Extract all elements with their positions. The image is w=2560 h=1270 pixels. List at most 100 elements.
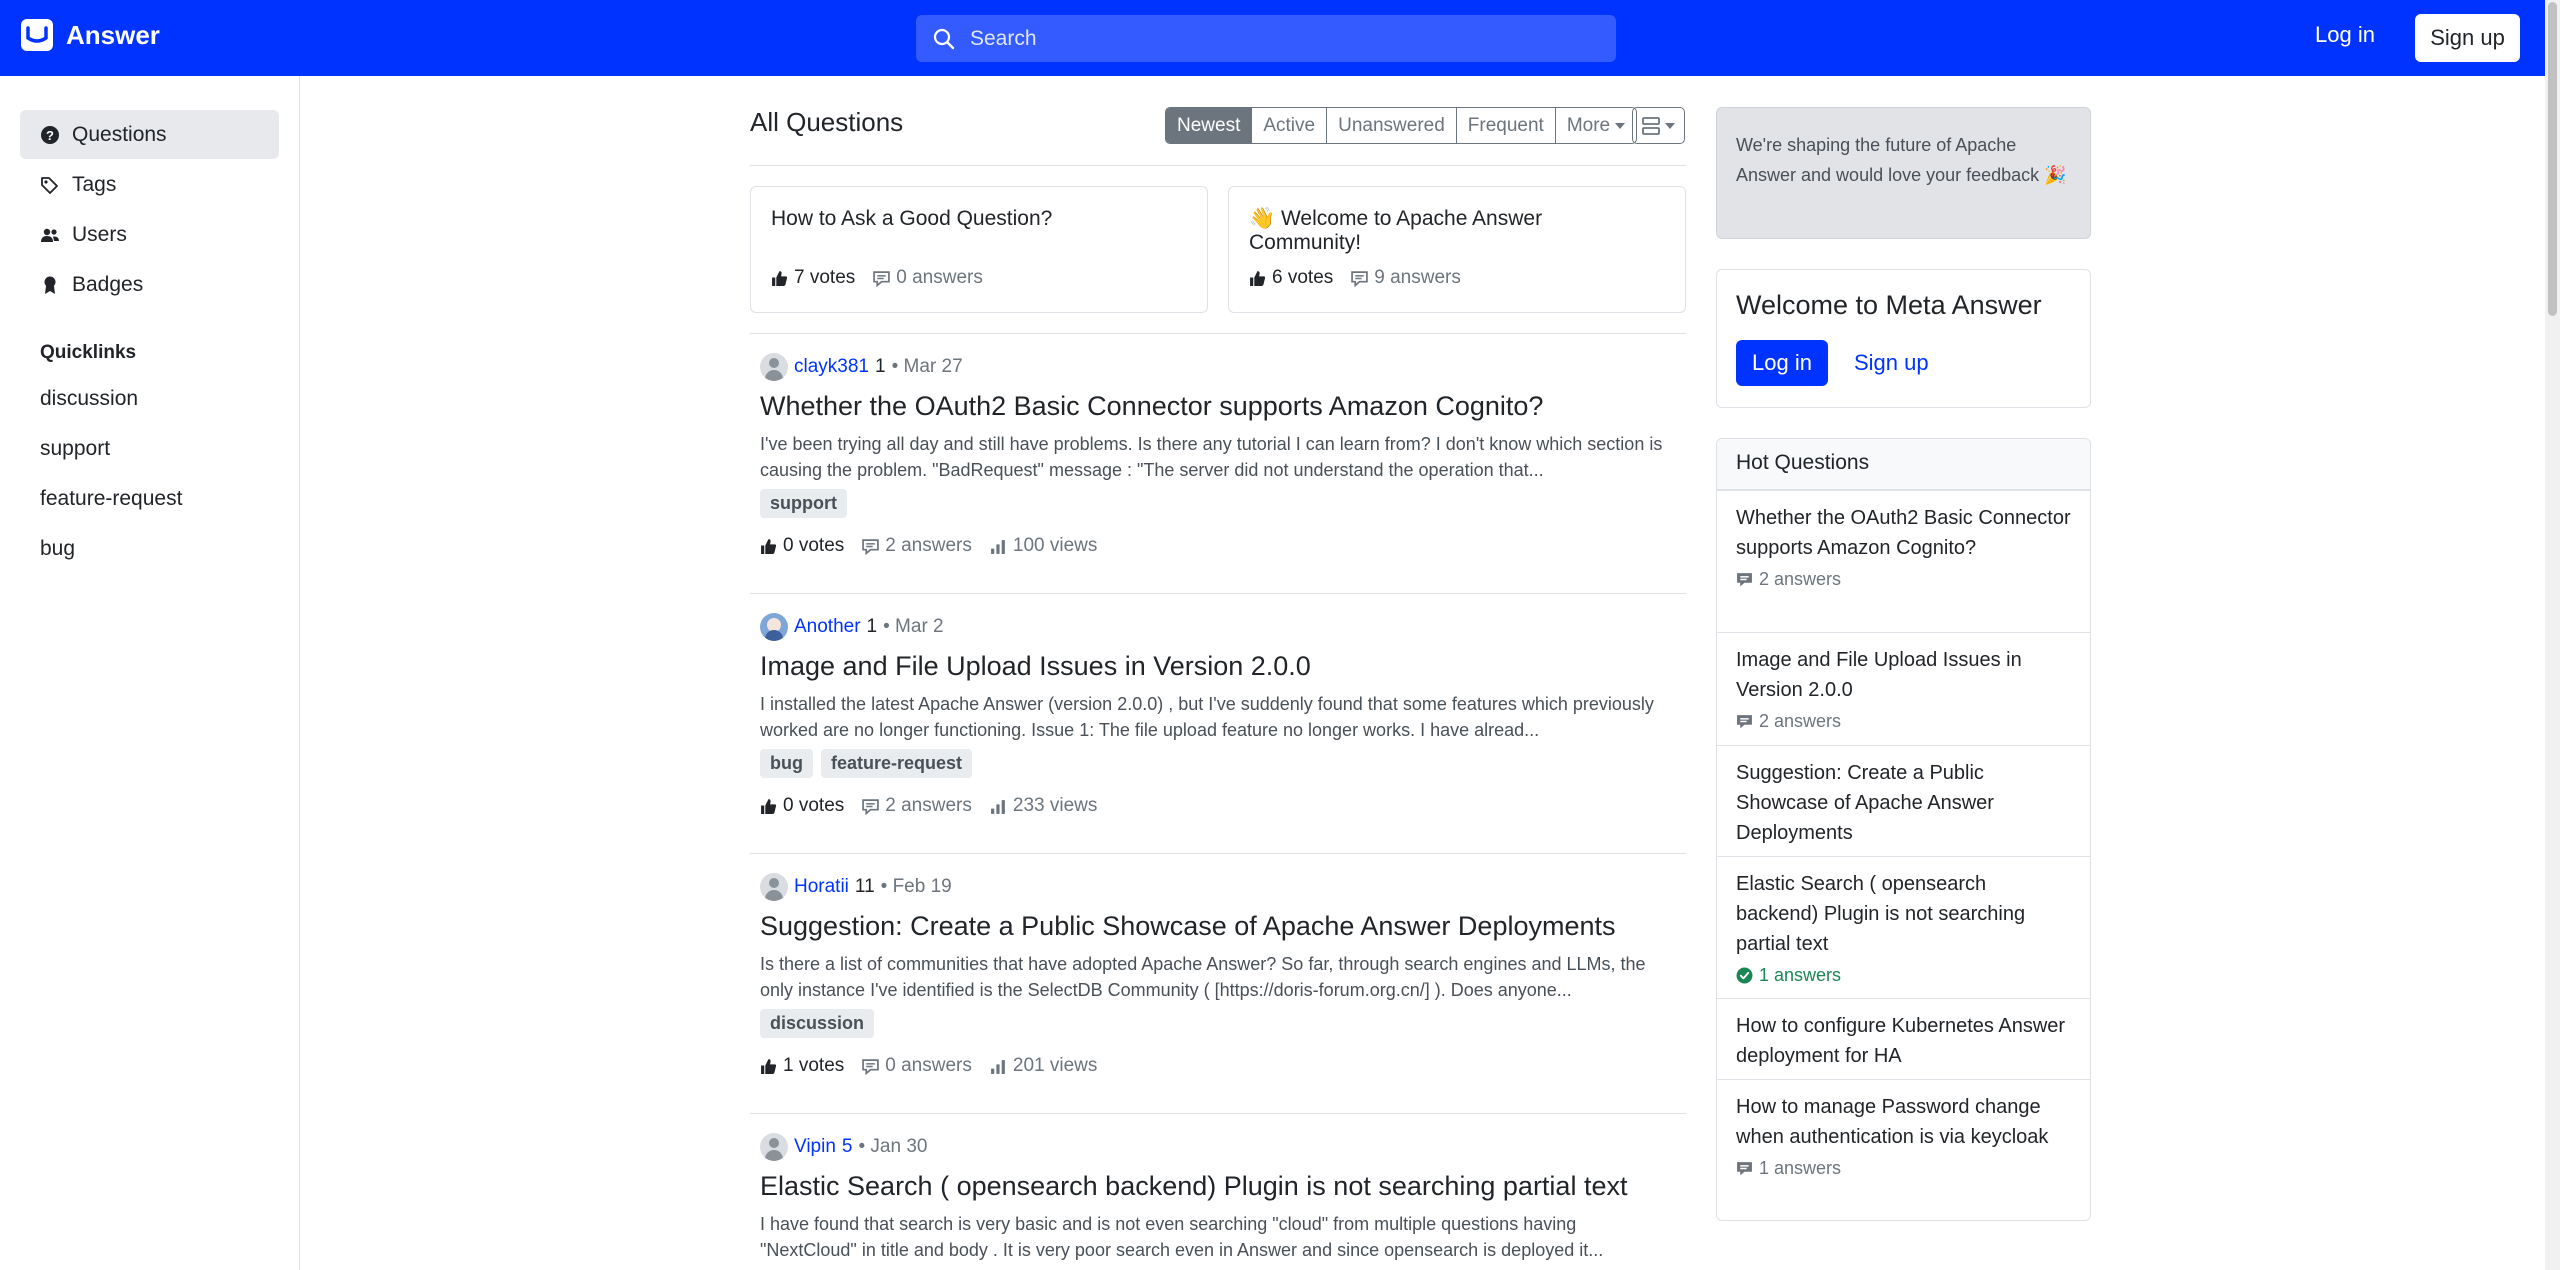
chat-square-icon bbox=[1351, 270, 1369, 287]
pinned-question-stats: 6 votes 9 answers bbox=[1249, 267, 1461, 289]
question-title[interactable]: Image and File Upload Issues in Version … bbox=[760, 651, 1311, 682]
quicklink-support[interactable]: support bbox=[40, 437, 110, 461]
sidebar-item-label: Users bbox=[72, 222, 127, 246]
sort-more-dropdown[interactable]: More bbox=[1556, 108, 1636, 143]
hot-question-answers: 2 answers bbox=[1736, 711, 2071, 732]
author-link[interactable]: Horatii bbox=[794, 876, 849, 898]
avatar[interactable] bbox=[760, 873, 788, 901]
sort-active[interactable]: Active bbox=[1252, 108, 1328, 143]
question-excerpt: I have found that search is very basic a… bbox=[760, 1214, 1604, 1260]
sidebar-item-tags[interactable]: Tags bbox=[20, 160, 279, 209]
vote-count: 6 votes bbox=[1249, 267, 1333, 289]
divider bbox=[750, 1113, 1686, 1114]
search-box[interactable] bbox=[916, 15, 1616, 62]
quicklink-discussion[interactable]: discussion bbox=[40, 387, 138, 411]
people-icon bbox=[41, 228, 59, 242]
pinned-question-card[interactable]: 👋 Welcome to Apache Answer Community! 6 … bbox=[1228, 186, 1686, 313]
pinned-question-card[interactable]: How to Ask a Good Question? 7 votes 0 an… bbox=[750, 186, 1208, 313]
question-excerpt: Is there a list of communities that have… bbox=[760, 954, 1646, 1000]
hot-question-item[interactable]: Suggestion: Create a Public Showcase of … bbox=[1717, 745, 2090, 860]
bar-chart-icon bbox=[990, 799, 1005, 814]
welcome-signup-link[interactable]: Sign up bbox=[1854, 350, 1929, 376]
search-input[interactable] bbox=[970, 15, 1590, 62]
welcome-login-button[interactable]: Log in bbox=[1736, 340, 1828, 386]
avatar[interactable] bbox=[760, 1133, 788, 1161]
sidebar-item-badges[interactable]: Badges bbox=[20, 260, 279, 309]
sidebar-item-label: Badges bbox=[72, 272, 144, 296]
hot-question-title[interactable]: Suggestion: Create a Public Showcase of … bbox=[1736, 758, 2071, 848]
view-count: 233 views bbox=[990, 795, 1097, 817]
sort-more-label: More bbox=[1566, 114, 1611, 136]
sort-newest[interactable]: Newest bbox=[1166, 108, 1253, 143]
hot-question-answers: 2 answers bbox=[1736, 569, 2071, 590]
reputation: 1 bbox=[866, 616, 878, 637]
award-icon bbox=[44, 276, 56, 294]
author-link[interactable]: Another bbox=[794, 616, 861, 638]
page-scrollbar[interactable] bbox=[2545, 0, 2560, 1270]
author-link[interactable]: Vipin bbox=[794, 1136, 836, 1158]
vote-count: 7 votes bbox=[771, 267, 855, 289]
sort-unanswered[interactable]: Unanswered bbox=[1327, 108, 1457, 143]
view-mode-dropdown[interactable] bbox=[1632, 107, 1685, 144]
hot-question-answers: 1 answers bbox=[1736, 965, 2071, 986]
sort-frequent[interactable]: Frequent bbox=[1457, 108, 1556, 143]
view-count: 100 views bbox=[990, 535, 1097, 557]
question-list-item: Another 1 • Mar 2 Image and File Upload … bbox=[760, 613, 1676, 853]
feedback-banner[interactable]: We're shaping the future of Apache Answe… bbox=[1716, 107, 2091, 239]
svg-text:?: ? bbox=[46, 128, 54, 143]
thumbs-up-icon bbox=[761, 798, 777, 814]
answer-logo-icon bbox=[21, 19, 53, 51]
brand-link[interactable]: Answer bbox=[20, 18, 160, 52]
top-navbar: Answer Log in Sign up bbox=[0, 0, 2545, 76]
tag-badge[interactable]: bug bbox=[760, 749, 813, 778]
search-icon bbox=[933, 28, 955, 50]
divider bbox=[750, 853, 1686, 854]
pinned-question-title[interactable]: 👋 Welcome to Apache Answer Community! bbox=[1249, 207, 1649, 255]
hot-question-title[interactable]: Elastic Search ( opensearch backend) Plu… bbox=[1736, 869, 2071, 959]
quicklink-feature-request[interactable]: feature-request bbox=[40, 487, 182, 511]
sidebar-item-questions[interactable]: ? Questions bbox=[20, 110, 279, 159]
quicklink-bug[interactable]: bug bbox=[40, 537, 75, 561]
tag-badge[interactable]: discussion bbox=[760, 1009, 875, 1038]
answer-count: 0 answers bbox=[862, 1055, 972, 1077]
sort-tabs: Newest Active Unanswered Frequent More bbox=[1165, 107, 1638, 144]
scrollbar-thumb[interactable] bbox=[2548, 2, 2557, 316]
login-link[interactable]: Log in bbox=[2315, 22, 2375, 48]
pinned-question-title[interactable]: How to Ask a Good Question? bbox=[771, 207, 1052, 231]
hot-question-title[interactable]: How to configure Kubernetes Answer deplo… bbox=[1736, 1011, 2071, 1071]
tag-list: discussion bbox=[760, 1009, 875, 1038]
signup-button[interactable]: Sign up bbox=[2415, 14, 2520, 62]
hot-question-answers: 1 answers bbox=[1736, 1158, 2071, 1179]
hot-question-title[interactable]: Whether the OAuth2 Basic Connector suppo… bbox=[1736, 503, 2071, 563]
hot-question-item[interactable]: Whether the OAuth2 Basic Connector suppo… bbox=[1717, 490, 2090, 602]
tag-badge[interactable]: support bbox=[760, 489, 847, 518]
sidebar-item-users[interactable]: Users bbox=[20, 210, 279, 259]
tag-list: support bbox=[760, 489, 847, 518]
question-date: • Mar 2 bbox=[883, 616, 944, 637]
avatar[interactable] bbox=[760, 613, 788, 641]
hot-question-title[interactable]: How to manage Password change when authe… bbox=[1736, 1092, 2071, 1152]
question-title[interactable]: Suggestion: Create a Public Showcase of … bbox=[760, 911, 1616, 942]
bar-chart-icon bbox=[990, 539, 1005, 554]
avatar[interactable] bbox=[760, 353, 788, 381]
sidebar-item-label: Tags bbox=[72, 172, 117, 196]
hot-questions-heading: Hot Questions bbox=[1717, 439, 2090, 490]
question-list-item: Horatii 11 • Feb 19 Suggestion: Create a… bbox=[760, 873, 1676, 1113]
thumbs-up-icon bbox=[761, 538, 777, 554]
chevron-down-icon bbox=[1615, 122, 1626, 129]
hot-question-item[interactable]: Elastic Search ( opensearch backend) Plu… bbox=[1717, 856, 2090, 998]
page-title: All Questions bbox=[750, 107, 904, 137]
author-link[interactable]: clayk381 bbox=[794, 356, 869, 378]
question-title[interactable]: Whether the OAuth2 Basic Connector suppo… bbox=[760, 391, 1543, 422]
tag-badge[interactable]: feature-request bbox=[821, 749, 973, 778]
hot-question-title[interactable]: Image and File Upload Issues in Version … bbox=[1736, 645, 2071, 705]
question-date: • Feb 19 bbox=[880, 876, 952, 897]
hot-question-item[interactable]: How to manage Password change when authe… bbox=[1717, 1079, 2090, 1191]
question-date: • Jan 30 bbox=[858, 1136, 928, 1157]
question-title[interactable]: Elastic Search ( opensearch backend) Plu… bbox=[760, 1171, 1627, 1202]
hot-question-item[interactable]: How to configure Kubernetes Answer deplo… bbox=[1717, 998, 2090, 1083]
divider bbox=[750, 593, 1686, 594]
hot-question-item[interactable]: Image and File Upload Issues in Version … bbox=[1717, 632, 2090, 744]
question-stats: 1 votes 0 answers 201 views bbox=[760, 1055, 1097, 1077]
chat-square-icon bbox=[862, 798, 880, 815]
